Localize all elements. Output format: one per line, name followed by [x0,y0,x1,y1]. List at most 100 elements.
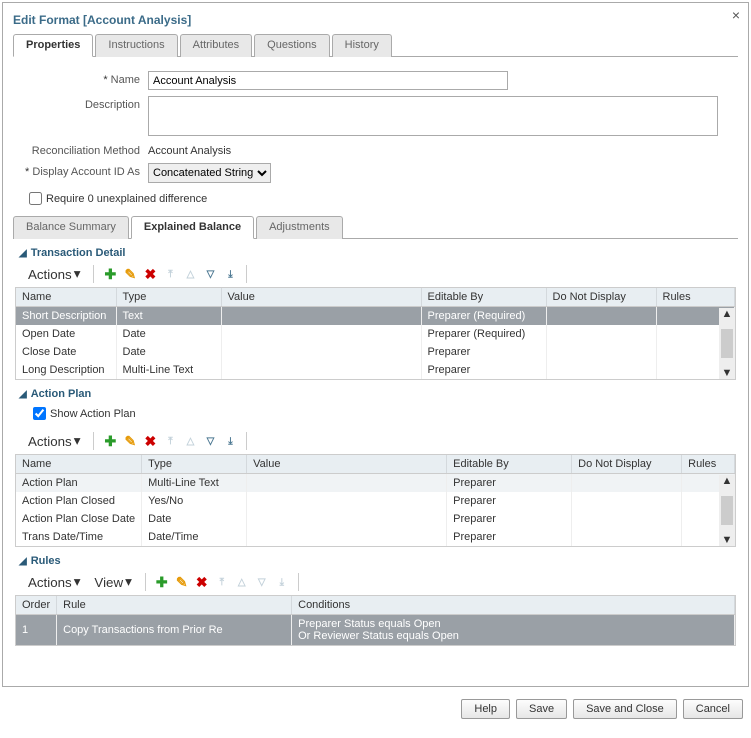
show-action-plan-checkbox[interactable] [33,407,46,420]
col-do-not-display[interactable]: Do Not Display [572,455,682,474]
cancel-button[interactable]: Cancel [683,699,743,719]
col-rules[interactable]: Rules [656,288,735,307]
col-value[interactable]: Value [221,288,421,307]
table-row[interactable]: Open DateDatePreparer (Required) [16,325,735,343]
chevron-down-icon: ▾ [74,266,81,282]
section-transaction-detail: ◢ Transaction Detail [19,247,738,259]
collapse-icon[interactable]: ◢ [19,389,27,400]
edit-format-dialog: Edit Format [Account Analysis] × Propert… [2,2,749,687]
table-cell: Action Plan Closed [16,492,142,510]
table-row[interactable]: Action PlanMulti-Line TextPreparer [16,474,735,493]
col-do-not-display[interactable]: Do Not Display [546,288,656,307]
move-down-icon[interactable]: ▽ [254,574,270,590]
col-rule[interactable]: Rule [57,596,292,615]
delete-icon[interactable]: ✖ [142,266,158,282]
move-up-icon[interactable]: △ [182,433,198,449]
display-account-id-select[interactable]: Concatenated String [148,163,271,183]
actions-menu-button[interactable]: Actions ▾ [23,430,85,452]
add-icon[interactable]: ✚ [154,574,170,590]
tab-attributes[interactable]: Attributes [180,34,252,57]
table-cell [572,492,682,510]
tab-instructions[interactable]: Instructions [95,34,177,57]
move-up-icon[interactable]: △ [234,574,250,590]
save-button[interactable]: Save [516,699,567,719]
table-cell: Yes/No [142,492,247,510]
action-plan-toolbar: Actions ▾ ✚ ✎ ✖ ⤒ △ ▽ ⤓ [23,430,738,452]
add-icon[interactable]: ✚ [102,433,118,449]
table-cell: Preparer [421,343,546,361]
table-row[interactable]: Close DateDatePreparer [16,343,735,361]
name-input[interactable] [148,71,508,90]
add-icon[interactable]: ✚ [102,266,118,282]
table-cell: Action Plan Close Date [16,510,142,528]
edit-icon[interactable]: ✎ [122,266,138,282]
scrollbar[interactable]: ▲▼ [719,308,735,379]
description-input[interactable] [148,96,718,136]
move-top-icon[interactable]: ⤒ [214,574,230,590]
tab-questions[interactable]: Questions [254,34,330,57]
col-value[interactable]: Value [247,455,447,474]
subtab-balance-summary[interactable]: Balance Summary [13,216,129,239]
move-top-icon[interactable]: ⤒ [162,266,178,282]
delete-icon[interactable]: ✖ [194,574,210,590]
tab-properties[interactable]: Properties [13,34,93,57]
table-cell [247,492,447,510]
main-tabs: Properties Instructions Attributes Quest… [13,33,738,57]
col-name[interactable]: Name [16,288,116,307]
table-row[interactable]: Action Plan Close DateDatePreparer [16,510,735,528]
col-editable-by[interactable]: Editable By [447,455,572,474]
subtab-explained-balance[interactable]: Explained Balance [131,216,254,239]
table-row[interactable]: Short DescriptionTextPreparer (Required) [16,307,735,326]
move-down-icon[interactable]: ▽ [202,433,218,449]
move-down-icon[interactable]: ▽ [202,266,218,282]
table-cell [221,325,421,343]
col-type[interactable]: Type [116,288,221,307]
actions-menu-button[interactable]: Actions ▾ [23,571,85,593]
table-row[interactable]: 1Copy Transactions from Prior RePreparer… [16,615,735,646]
col-name[interactable]: Name [16,455,142,474]
col-editable-by[interactable]: Editable By [421,288,546,307]
close-icon[interactable]: × [732,7,740,23]
collapse-icon[interactable]: ◢ [19,248,27,259]
table-row[interactable]: Long DescriptionMulti-Line TextPreparer [16,361,735,379]
move-bottom-icon[interactable]: ⤓ [222,433,238,449]
move-bottom-icon[interactable]: ⤓ [222,266,238,282]
move-up-icon[interactable]: △ [182,266,198,282]
actions-menu-button[interactable]: Actions ▾ [23,263,85,285]
transaction-table: Name Type Value Editable By Do Not Displ… [16,288,735,379]
move-top-icon[interactable]: ⤒ [162,433,178,449]
tab-history[interactable]: History [332,34,392,57]
separator [93,265,94,283]
edit-icon[interactable]: ✎ [122,433,138,449]
table-cell: Copy Transactions from Prior Re [57,615,292,646]
table-row[interactable]: Action Plan ClosedYes/NoPreparer [16,492,735,510]
section-action-plan: ◢ Action Plan [19,388,738,400]
edit-icon[interactable]: ✎ [174,574,190,590]
col-rules[interactable]: Rules [682,455,735,474]
table-cell: Date/Time [142,528,247,546]
col-conditions[interactable]: Conditions [292,596,735,615]
require-zero-checkbox[interactable] [29,192,42,205]
table-cell: Short Description [16,307,116,326]
scrollbar[interactable]: ▲▼ [719,475,735,546]
table-cell: Close Date [16,343,116,361]
save-and-close-button[interactable]: Save and Close [573,699,677,719]
help-button[interactable]: Help [461,699,510,719]
table-row[interactable]: Trans Date/TimeDate/TimePreparer [16,528,735,546]
table-cell [572,528,682,546]
delete-icon[interactable]: ✖ [142,433,158,449]
collapse-icon[interactable]: ◢ [19,556,27,567]
subtab-adjustments[interactable]: Adjustments [256,216,343,239]
rules-table-wrap: Order Rule Conditions 1Copy Transactions… [15,595,736,646]
table-cell: Preparer [447,474,572,493]
reconciliation-method-value: Account Analysis [148,142,231,157]
table-cell: Trans Date/Time [16,528,142,546]
table-cell [247,510,447,528]
move-bottom-icon[interactable]: ⤓ [274,574,290,590]
col-order[interactable]: Order [16,596,57,615]
transaction-table-wrap: Name Type Value Editable By Do Not Displ… [15,287,736,380]
dialog-title: Edit Format [Account Analysis] [13,11,738,33]
col-type[interactable]: Type [142,455,247,474]
view-menu-button[interactable]: View ▾ [89,571,136,593]
rules-table: Order Rule Conditions 1Copy Transactions… [16,596,735,645]
